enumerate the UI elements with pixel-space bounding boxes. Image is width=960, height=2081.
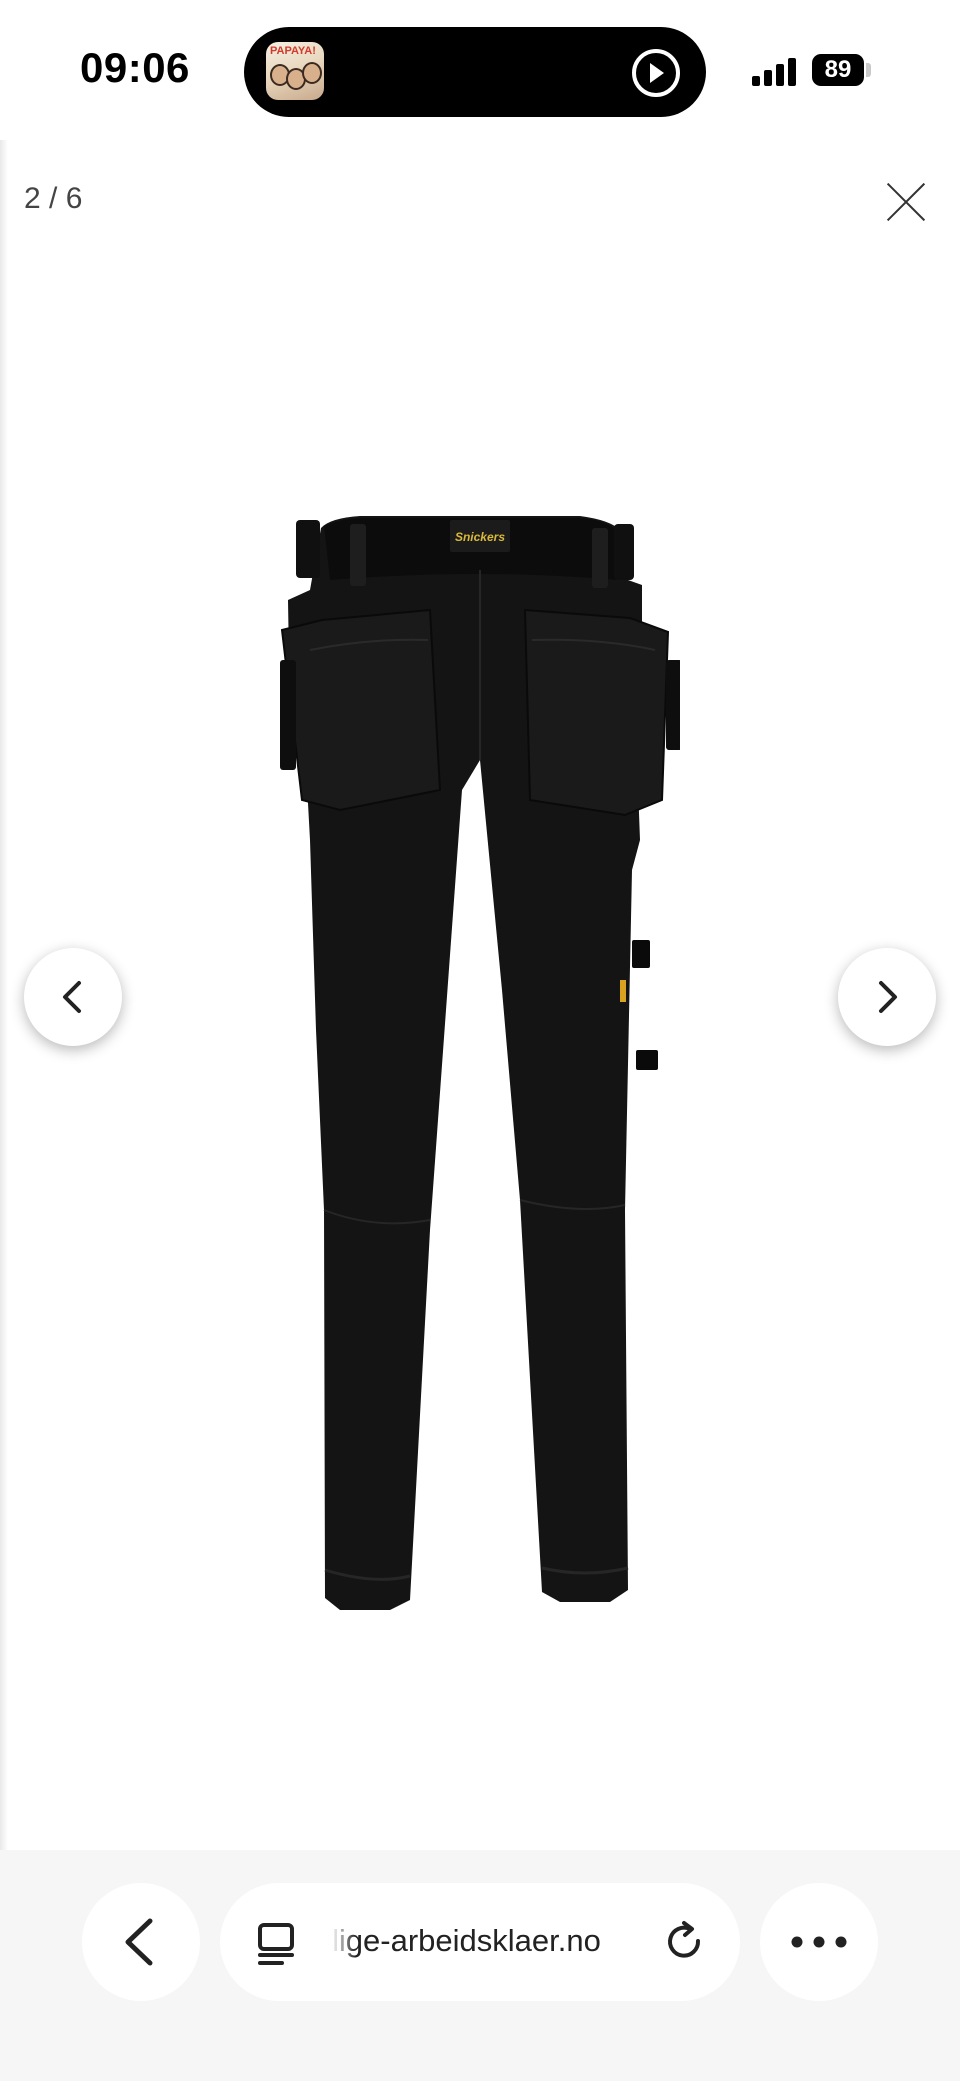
tabs-icon[interactable] (256, 1921, 298, 1967)
image-gallery: 2 / 6 Snickers (0, 140, 960, 1850)
now-playing-art-text: PAPAYA! (270, 45, 316, 57)
more-icon (791, 1936, 847, 1948)
back-arrow-icon (125, 1918, 153, 1966)
battery-tip (866, 63, 871, 77)
status-bar: 09:06 PAPAYA! 89 (0, 0, 960, 140)
chevron-left-icon (63, 981, 81, 1013)
dynamic-island-now-playing[interactable]: PAPAYA! (244, 27, 706, 117)
more-options-button[interactable] (760, 1883, 878, 2001)
browser-back-button[interactable] (82, 1883, 200, 2001)
close-icon[interactable] (886, 182, 926, 222)
brand-patch-text: Snickers (455, 530, 505, 544)
now-playing-artwork: PAPAYA! (266, 42, 324, 100)
product-image: Snickers (280, 516, 680, 1610)
image-counter: 2 / 6 (24, 182, 83, 215)
status-time: 09:06 (80, 44, 190, 91)
next-image-button[interactable] (838, 948, 936, 1046)
previous-image-button[interactable] (24, 948, 122, 1046)
play-icon[interactable] (632, 49, 680, 97)
gallery-edge (0, 140, 8, 1850)
signal-icon (752, 56, 800, 86)
address-bar[interactable]: lige-arbeidsklaer.no (220, 1883, 740, 2001)
browser-toolbar: lige-arbeidsklaer.no (0, 1850, 960, 2081)
url-text[interactable]: lige-arbeidsklaer.no (332, 1923, 662, 1959)
battery-icon: 89 (812, 54, 864, 86)
chevron-right-icon (879, 981, 897, 1013)
reload-icon[interactable] (662, 1919, 708, 1965)
